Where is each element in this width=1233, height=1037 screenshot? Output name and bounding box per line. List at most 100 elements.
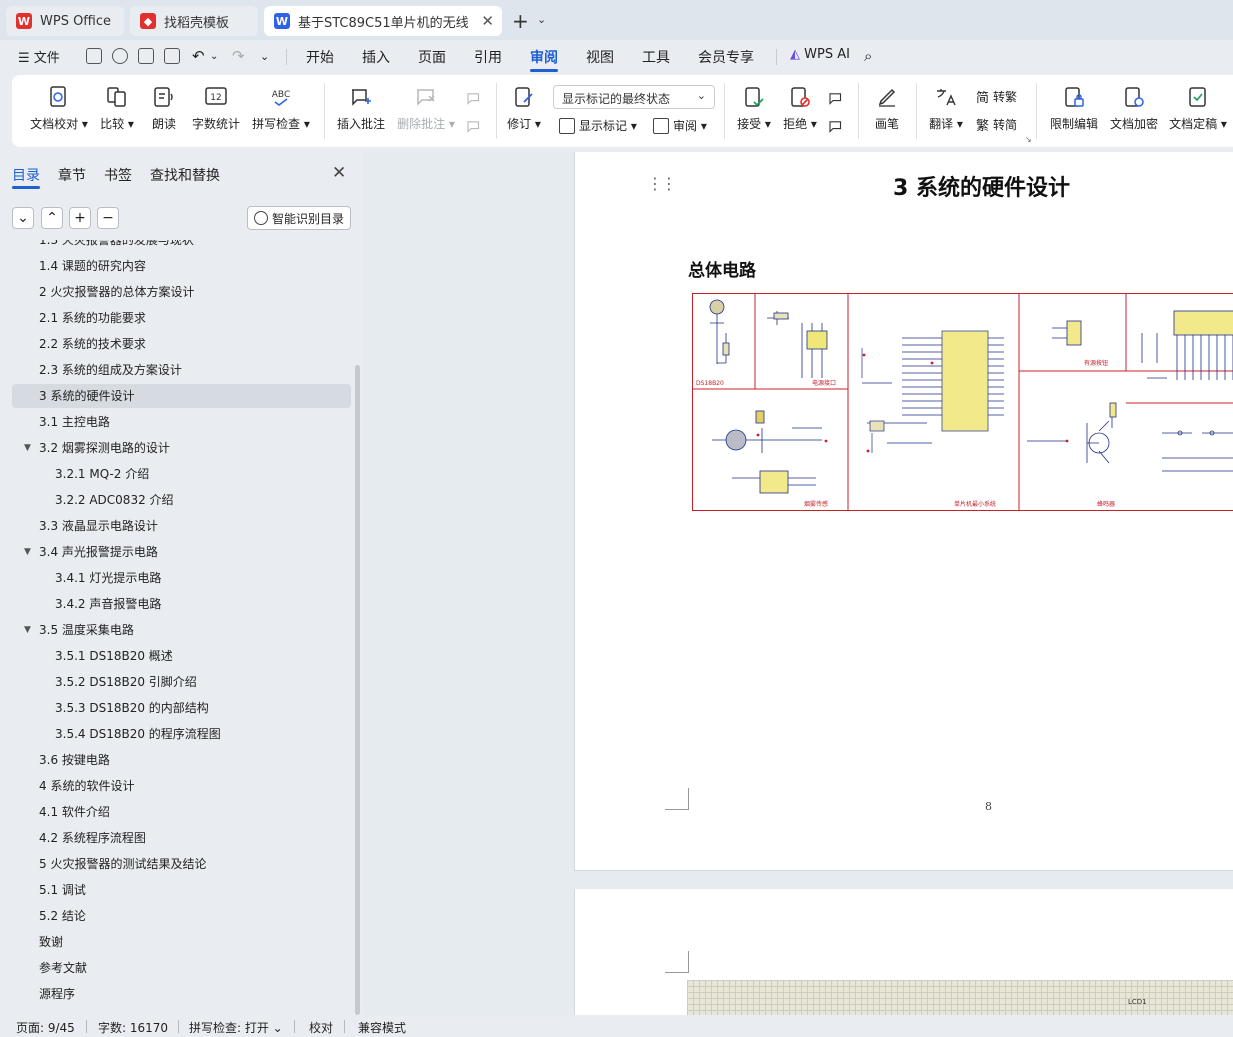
toc-item[interactable]: 1.4 课题的研究内容 bbox=[12, 254, 351, 278]
encrypt-icon bbox=[1122, 85, 1146, 109]
toc-item[interactable]: 5 火灾报警器的测试结果及结论 bbox=[12, 852, 351, 876]
toc-item[interactable]: 2.1 系统的功能要求 bbox=[12, 306, 351, 330]
finalize-button[interactable]: 文档定稿 ▾ bbox=[1166, 75, 1230, 147]
toc-item[interactable]: 3.5.3 DS18B20 的内部结构 bbox=[12, 696, 351, 720]
toc-item-label: 2 火灾报警器的总体方案设计 bbox=[39, 285, 195, 299]
toc-item[interactable]: 4 系统的软件设计 bbox=[12, 774, 351, 798]
menu-member[interactable]: 会员专享 bbox=[698, 47, 754, 67]
accept-button[interactable]: 接受 ▾ bbox=[734, 75, 774, 147]
menu-tools[interactable]: 工具 bbox=[642, 47, 670, 67]
smart-toc-button[interactable]: 智能识别目录 bbox=[247, 206, 351, 230]
undo-dropdown-icon[interactable]: ⌄ bbox=[210, 51, 218, 62]
toc-item[interactable]: 3.5.2 DS18B20 引脚介绍 bbox=[12, 670, 351, 694]
collapse-triangle-icon[interactable]: ▼ bbox=[24, 618, 31, 642]
pen-button[interactable]: 画笔 bbox=[870, 75, 904, 147]
proof-button[interactable]: 校对 bbox=[309, 1019, 333, 1036]
toc-item[interactable]: 3.5.4 DS18B20 的程序流程图 bbox=[12, 722, 351, 746]
prev-comment-button[interactable] bbox=[462, 75, 486, 147]
tab-template[interactable]: ◆ 找稻壳模板 bbox=[130, 6, 258, 36]
toc-item[interactable]: 3.1 主控电路 bbox=[12, 410, 351, 434]
expand-all-button[interactable]: ⌄ bbox=[12, 207, 34, 229]
encrypt-button[interactable]: 文档加密 bbox=[1106, 75, 1162, 147]
word-count-indicator[interactable]: 字数: 16170 bbox=[98, 1019, 168, 1036]
revise-button[interactable]: 修订 ▾ bbox=[504, 75, 544, 147]
restrict-edit-button[interactable]: 限制编辑 bbox=[1046, 75, 1102, 147]
wps-ai-button[interactable]: ◭ WPS AI bbox=[790, 47, 850, 62]
review-pane-button[interactable]: 审阅 ▾ bbox=[653, 117, 707, 134]
to-traditional-button[interactable]: 简转繁 bbox=[976, 87, 1017, 106]
toc-item[interactable]: 3.6 按键电路 bbox=[12, 748, 351, 772]
search-icon[interactable]: ⌕ bbox=[864, 47, 872, 65]
show-markup-button[interactable]: 显示标记 ▾ bbox=[559, 117, 637, 134]
nav-tab-toc[interactable]: 目录 bbox=[12, 165, 40, 185]
to-simplified-button[interactable]: 繁转简 bbox=[976, 115, 1017, 134]
toc-item[interactable]: 3.2.2 ADC0832 介绍 bbox=[12, 488, 351, 512]
toc-item[interactable]: 3 系统的硬件设计 bbox=[12, 384, 351, 408]
file-menu[interactable]: ☰ 文件 bbox=[18, 47, 60, 66]
chevron-down-icon[interactable]: ⌄ bbox=[537, 13, 546, 26]
spell-check-toggle[interactable]: 拼写检查: 打开 ⌄ bbox=[189, 1019, 283, 1036]
delete-comment-button[interactable]: 删除批注 ▾ bbox=[396, 75, 456, 147]
toc-item[interactable]: 3.5.1 DS18B20 概述 bbox=[12, 644, 351, 668]
toc-item[interactable]: 2.2 系统的技术要求 bbox=[12, 332, 351, 356]
nav-tab-chapter[interactable]: 章节 bbox=[58, 165, 86, 185]
toc-item[interactable]: 3.3 液晶显示电路设计 bbox=[12, 514, 351, 538]
collapse-triangle-icon[interactable]: ▼ bbox=[24, 436, 31, 460]
toc-item[interactable]: 5.2 结论 bbox=[12, 904, 351, 928]
close-pane-icon[interactable]: ✕ bbox=[332, 163, 346, 183]
print-icon[interactable] bbox=[138, 48, 154, 64]
toc-item[interactable]: ▼ 3.2 烟雾探测电路的设计 bbox=[12, 436, 351, 460]
print-preview-icon[interactable] bbox=[164, 48, 180, 64]
more-chevron-icon[interactable]: ⌄ bbox=[260, 50, 269, 63]
doc-proof-button[interactable]: 文档校对 ▾ bbox=[28, 75, 90, 147]
toc-item[interactable]: 4.1 软件介绍 bbox=[12, 800, 351, 824]
doc-proof-label: 文档校对 bbox=[30, 117, 79, 131]
reject-button[interactable]: 拒绝 ▾ bbox=[780, 75, 820, 147]
insert-comment-button[interactable]: 插入批注 bbox=[334, 75, 388, 147]
toc-item[interactable]: 致谢 bbox=[12, 930, 351, 954]
toc-item[interactable]: 2 火灾报警器的总体方案设计 bbox=[12, 280, 351, 304]
prev-change-button[interactable] bbox=[824, 75, 848, 147]
toc-item[interactable]: 5.1 调试 bbox=[12, 878, 351, 902]
remove-toc-item-button[interactable]: − bbox=[97, 207, 119, 229]
markup-state-select[interactable]: 显示标记的最终状态 ⌄ bbox=[553, 85, 715, 109]
menu-review[interactable]: 审阅 bbox=[530, 47, 558, 67]
toc-scrollbar[interactable] bbox=[355, 365, 360, 1015]
page-indicator[interactable]: 页面: 9/45 bbox=[16, 1019, 75, 1036]
toc-item[interactable]: 3.4.1 灯光提示电路 bbox=[12, 566, 351, 590]
spell-check-button[interactable]: ABC 拼写检查 ▾ bbox=[250, 75, 312, 147]
collapse-triangle-icon[interactable]: ▼ bbox=[24, 540, 31, 564]
compare-button[interactable]: 比较 ▾ bbox=[96, 75, 138, 147]
dialog-launcher-icon[interactable]: ↘ bbox=[1025, 135, 1032, 144]
toc-item[interactable]: 4.2 系统程序流程图 bbox=[12, 826, 351, 850]
translate-button[interactable]: 翻译 ▾ bbox=[926, 75, 966, 147]
redo-icon[interactable]: ↷ bbox=[232, 47, 245, 65]
toc-item[interactable]: 源程序 bbox=[12, 982, 351, 1006]
read-aloud-button[interactable]: 朗读 bbox=[148, 75, 180, 147]
save-icon[interactable] bbox=[86, 48, 102, 64]
new-tab-button[interactable]: + bbox=[512, 9, 529, 33]
toc-item[interactable]: ▼ 3.4 声光报警提示电路 bbox=[12, 540, 351, 564]
toc-item[interactable]: ▼ 3.5 温度采集电路 bbox=[12, 618, 351, 642]
tab-document[interactable]: W 基于STC89C51单片机的无线纟 ✕ bbox=[264, 6, 502, 36]
nav-tab-bookmark[interactable]: 书签 bbox=[104, 165, 132, 185]
menu-insert[interactable]: 插入 bbox=[362, 47, 390, 67]
drag-handle-icon[interactable]: ⋮⋮ bbox=[647, 174, 677, 193]
menu-page[interactable]: 页面 bbox=[418, 47, 446, 67]
toc-item[interactable]: 2.3 系统的组成及方案设计 bbox=[12, 358, 351, 382]
word-count-button[interactable]: 12 字数统计 bbox=[190, 75, 242, 147]
undo-icon[interactable]: ↶ bbox=[192, 47, 205, 65]
share-icon[interactable] bbox=[112, 48, 128, 64]
collapse-all-button[interactable]: ⌃ bbox=[41, 207, 63, 229]
toc-item[interactable]: 3.4.2 声音报警电路 bbox=[12, 592, 351, 616]
add-toc-item-button[interactable]: + bbox=[69, 207, 91, 229]
menu-view[interactable]: 视图 bbox=[586, 47, 614, 67]
toc-item[interactable]: 参考文献 bbox=[12, 956, 351, 980]
toc-item[interactable]: 3.2.1 MQ-2 介绍 bbox=[12, 462, 351, 486]
menu-start[interactable]: 开始 bbox=[306, 47, 334, 67]
close-tab-icon[interactable]: ✕ bbox=[481, 12, 494, 30]
menu-reference[interactable]: 引用 bbox=[474, 47, 502, 67]
tab-wps-office[interactable]: W WPS Office bbox=[6, 6, 124, 36]
toc-item[interactable]: 1.3 火灾报警器的发展与现状 bbox=[12, 240, 351, 252]
nav-tab-find-replace[interactable]: 查找和替换 bbox=[150, 165, 220, 185]
